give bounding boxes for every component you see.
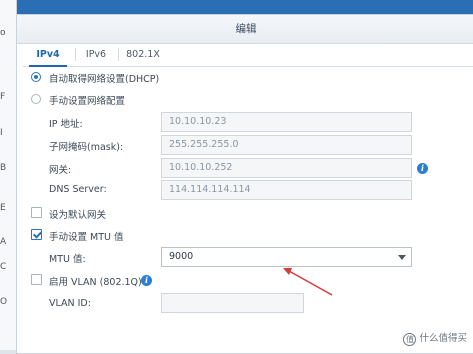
annotation-arrow: [283, 268, 333, 296]
watermark-text: 什么值得买: [419, 333, 467, 344]
watermark-logo-icon: 值: [403, 333, 417, 346]
watermark: 值什么值得买: [403, 330, 467, 346]
arrow-shaft: [288, 270, 333, 296]
